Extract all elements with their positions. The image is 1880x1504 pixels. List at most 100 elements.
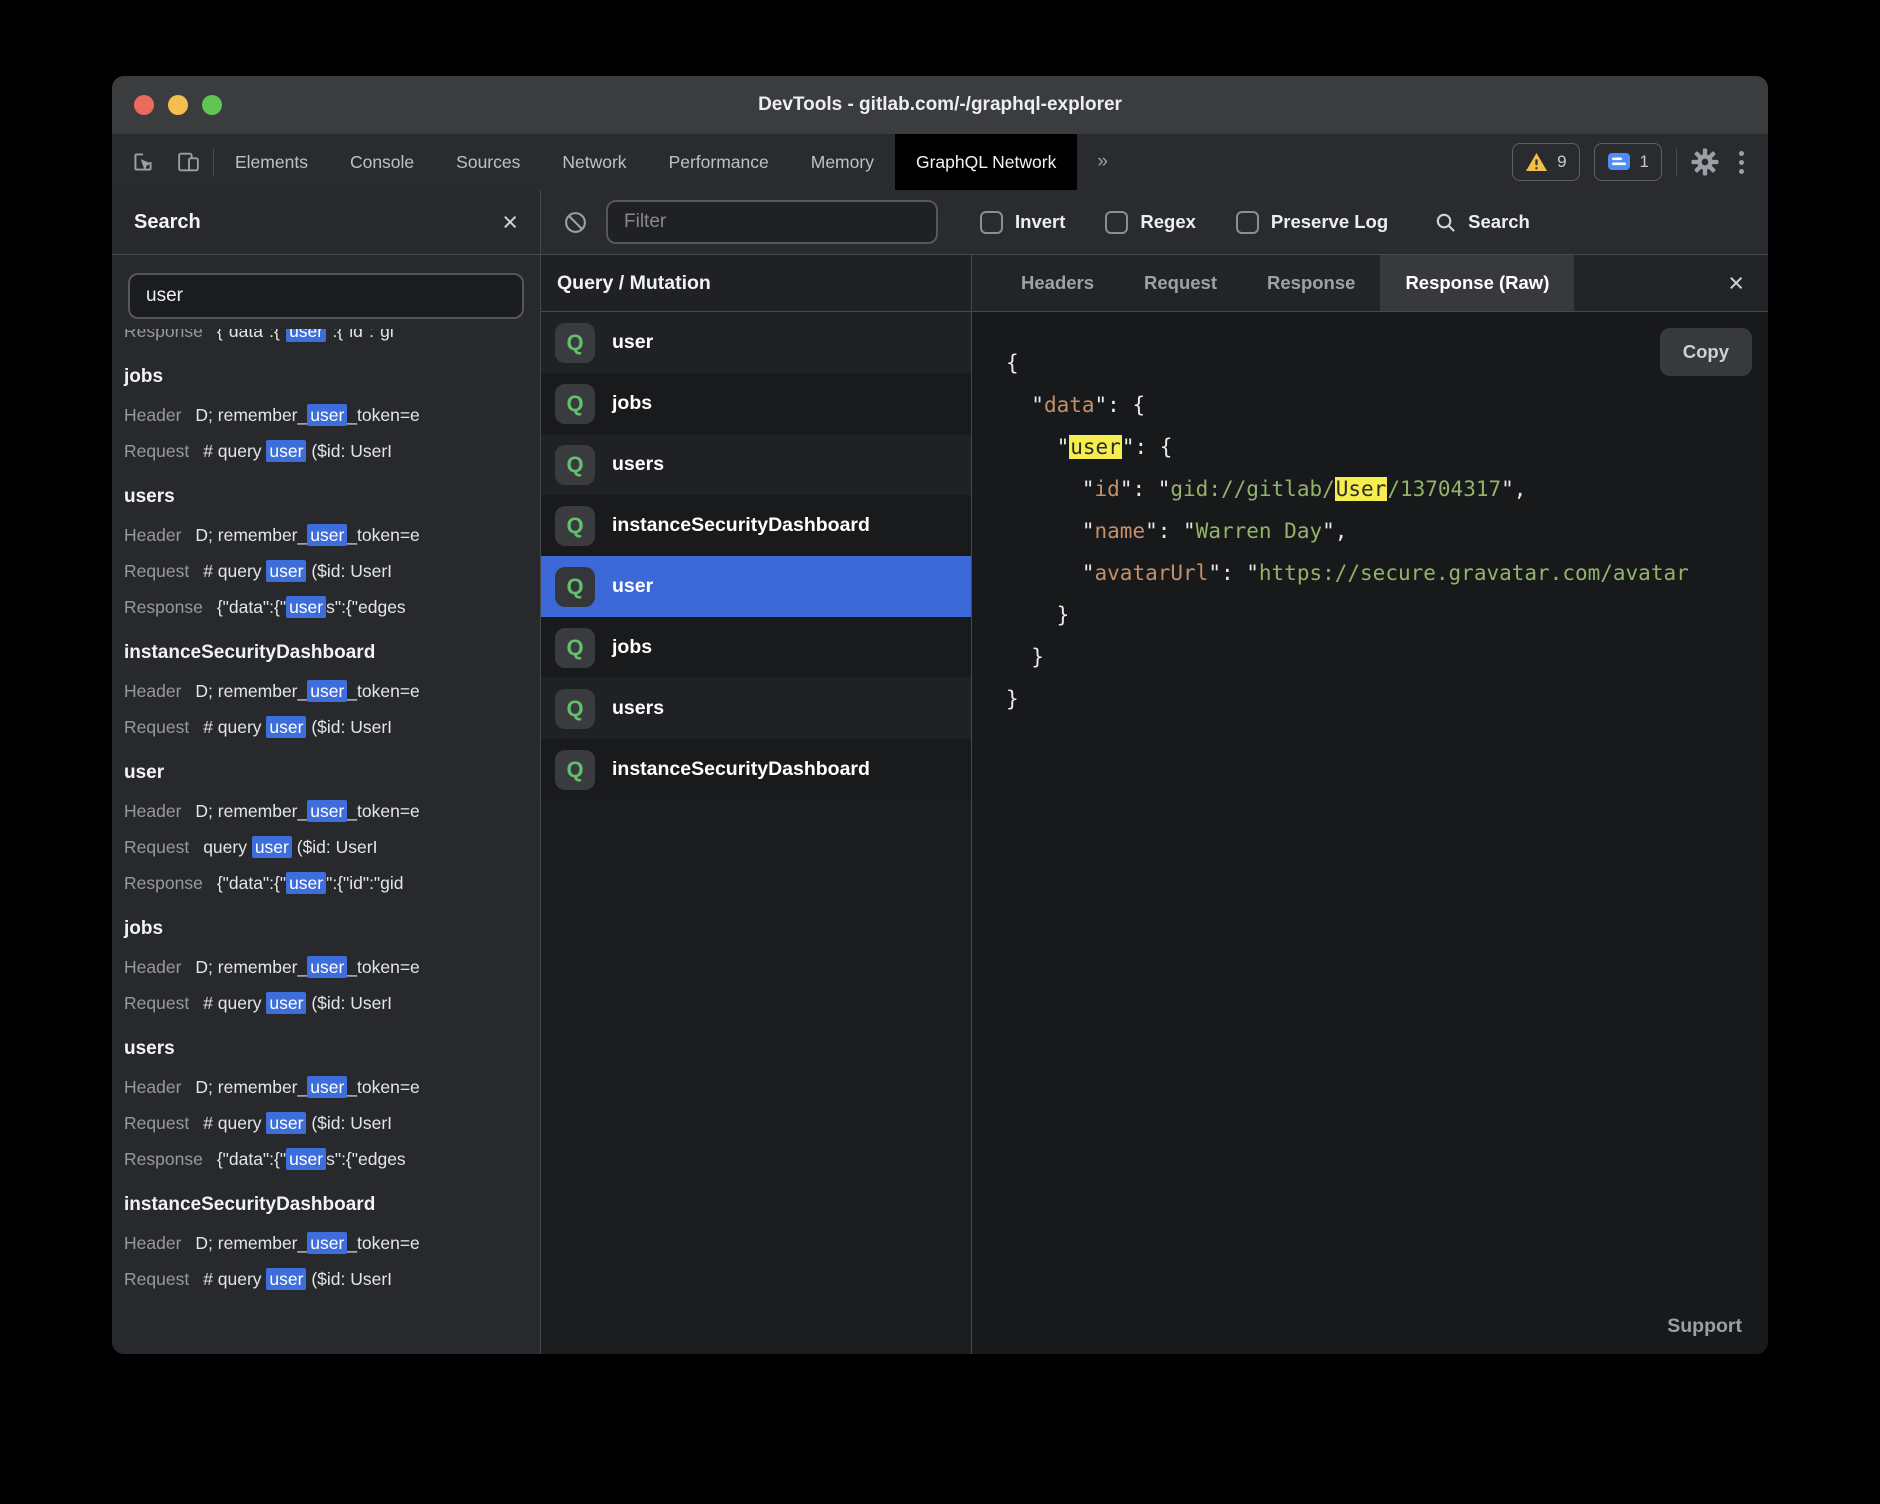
search-result-group-title[interactable]: instanceSecurityDashboard — [124, 1185, 540, 1225]
query-list: QuserQjobsQusersQinstanceSecurityDashboa… — [541, 312, 971, 800]
search-result-row[interactable]: Request# query user ($id: UserI — [124, 1105, 540, 1141]
search-result-row[interactable]: Response{"data":{"user":{"id":"gid — [124, 865, 540, 901]
tab-graphql-network[interactable]: GraphQL Network — [895, 134, 1077, 190]
search-result-group-title[interactable]: instanceSecurityDashboard — [124, 633, 540, 673]
query-name: jobs — [612, 392, 652, 415]
query-list-item[interactable]: QinstanceSecurityDashboard — [541, 495, 971, 556]
json-token: ", — [1501, 477, 1526, 501]
search-result-row[interactable]: HeaderD; remember_user_token=e — [124, 517, 540, 553]
result-text: s":{"edges — [326, 597, 406, 617]
zoom-window-button[interactable] — [202, 95, 222, 115]
query-type-badge: Q — [555, 445, 595, 485]
search-match-highlight: user — [307, 956, 347, 978]
tab-performance[interactable]: Performance — [648, 134, 790, 190]
copy-button[interactable]: Copy — [1660, 328, 1752, 376]
query-list-item[interactable]: QinstanceSecurityDashboard — [541, 739, 971, 800]
support-link[interactable]: Support — [1667, 1315, 1742, 1338]
search-result-row[interactable]: Request# query user ($id: UserI — [124, 1261, 540, 1297]
devtools-tabs: ElementsConsoleSourcesNetworkPerformance… — [214, 134, 895, 190]
search-result-group-title[interactable]: jobs — [124, 909, 540, 949]
warnings-count: 9 — [1557, 152, 1566, 172]
query-list-item[interactable]: Qusers — [541, 678, 971, 739]
result-row-label: Request — [124, 717, 189, 737]
search-result-row[interactable]: Request# query user ($id: UserI — [124, 433, 540, 469]
checkbox-regex[interactable]: Regex — [1105, 211, 1196, 234]
search-match-highlight: user — [266, 440, 306, 462]
tab-response-raw[interactable]: Response (Raw) — [1380, 255, 1574, 311]
search-result-group-title[interactable]: users — [124, 477, 540, 517]
checkbox-box — [1105, 211, 1128, 234]
kebab-menu-icon[interactable] — [1733, 151, 1750, 174]
query-list-item[interactable]: Qusers — [541, 434, 971, 495]
clear-block-icon[interactable] — [563, 210, 588, 235]
search-result-group-title[interactable]: user — [124, 753, 540, 793]
result-text: # query — [203, 441, 266, 461]
result-text: D; remember_ — [195, 1077, 307, 1097]
search-result-row[interactable]: Requestquery user ($id: UserI — [124, 829, 540, 865]
warnings-badge[interactable]: 9 — [1512, 143, 1579, 181]
issues-badge[interactable]: 1 — [1594, 143, 1662, 181]
search-button[interactable]: Search — [1434, 211, 1530, 234]
settings-gear-icon[interactable] — [1691, 148, 1719, 176]
tab-request[interactable]: Request — [1119, 255, 1242, 311]
graphql-network-main: InvertRegexPreserve Log Search Query / M… — [541, 190, 1768, 1354]
search-result-row[interactable]: Request# query user ($id: UserI — [124, 985, 540, 1021]
query-list-item[interactable]: Qjobs — [541, 373, 971, 434]
query-list-item[interactable]: Quser — [541, 312, 971, 373]
minimize-window-button[interactable] — [168, 95, 188, 115]
search-result-group-title[interactable]: jobs — [124, 357, 540, 397]
result-row-label: Header — [124, 957, 181, 977]
search-match-highlight: user — [307, 1232, 347, 1254]
tab-elements[interactable]: Elements — [214, 134, 329, 190]
json-token: " — [1057, 435, 1070, 459]
search-result-row[interactable]: HeaderD; remember_user_token=e — [124, 1225, 540, 1261]
more-tabs-button[interactable]: » — [1077, 134, 1128, 190]
tab-headers[interactable]: Headers — [996, 255, 1119, 311]
search-match-highlight: user — [286, 1148, 326, 1170]
search-result-group-title[interactable]: users — [124, 1029, 540, 1069]
search-result-row[interactable]: Request# query user ($id: UserI — [124, 553, 540, 589]
result-row-label: Response — [124, 873, 203, 893]
search-result-row[interactable]: HeaderD; remember_user_token=e — [124, 793, 540, 829]
search-result-row[interactable]: HeaderD; remember_user_token=e — [124, 1069, 540, 1105]
result-text: _token=e — [347, 405, 420, 425]
json-token: /13704317 — [1387, 477, 1501, 501]
search-result-row[interactable]: Response{"data":{"users":{"edges — [124, 589, 540, 625]
search-match-highlight: User — [1335, 477, 1388, 501]
query-list-item[interactable]: Qjobs — [541, 617, 971, 678]
search-result-row[interactable]: Request# query user ($id: UserI — [124, 709, 540, 745]
json-token: " — [1082, 561, 1095, 585]
tab-console[interactable]: Console — [329, 134, 435, 190]
close-search-icon[interactable]: × — [502, 209, 518, 236]
query-name: jobs — [612, 636, 652, 659]
filter-input[interactable] — [606, 200, 938, 244]
result-row-label: Header — [124, 405, 181, 425]
search-result-row[interactable]: HeaderD; remember_user_token=e — [124, 673, 540, 709]
query-list-item[interactable]: Quser — [541, 556, 971, 617]
search-result-row[interactable]: HeaderD; remember_user_token=e — [124, 949, 540, 985]
search-match-highlight: user — [307, 524, 347, 546]
inspect-element-icon[interactable] — [130, 149, 156, 175]
search-result-row[interactable]: Response{"data":{"users":{"edges — [124, 1141, 540, 1177]
json-token: } — [1031, 645, 1044, 669]
search-input[interactable] — [128, 273, 524, 319]
result-text: s":{"edges — [326, 1149, 406, 1169]
json-token: name — [1095, 519, 1146, 543]
checkbox-invert[interactable]: Invert — [980, 211, 1065, 234]
json-token: avatarUrl — [1095, 561, 1209, 585]
query-name: users — [612, 697, 664, 720]
search-result-row-clipped[interactable]: Response{"data":{"user":{"id":"gi — [124, 329, 540, 349]
checkbox-preserve-log[interactable]: Preserve Log — [1236, 211, 1388, 234]
tab-memory[interactable]: Memory — [790, 134, 895, 190]
result-row-label: Response — [124, 329, 203, 341]
close-window-button[interactable] — [134, 95, 154, 115]
close-detail-icon[interactable]: × — [1704, 255, 1768, 311]
search-result-row[interactable]: HeaderD; remember_user_token=e — [124, 397, 540, 433]
tab-network[interactable]: Network — [541, 134, 647, 190]
tab-sources[interactable]: Sources — [435, 134, 541, 190]
tab-response[interactable]: Response — [1242, 255, 1380, 311]
device-toolbar-icon[interactable] — [176, 149, 201, 175]
result-text: {"data":{" — [217, 1149, 286, 1169]
query-name: instanceSecurityDashboard — [612, 758, 870, 781]
main-split: Query / Mutation QuserQjobsQusersQinstan… — [541, 255, 1768, 1354]
